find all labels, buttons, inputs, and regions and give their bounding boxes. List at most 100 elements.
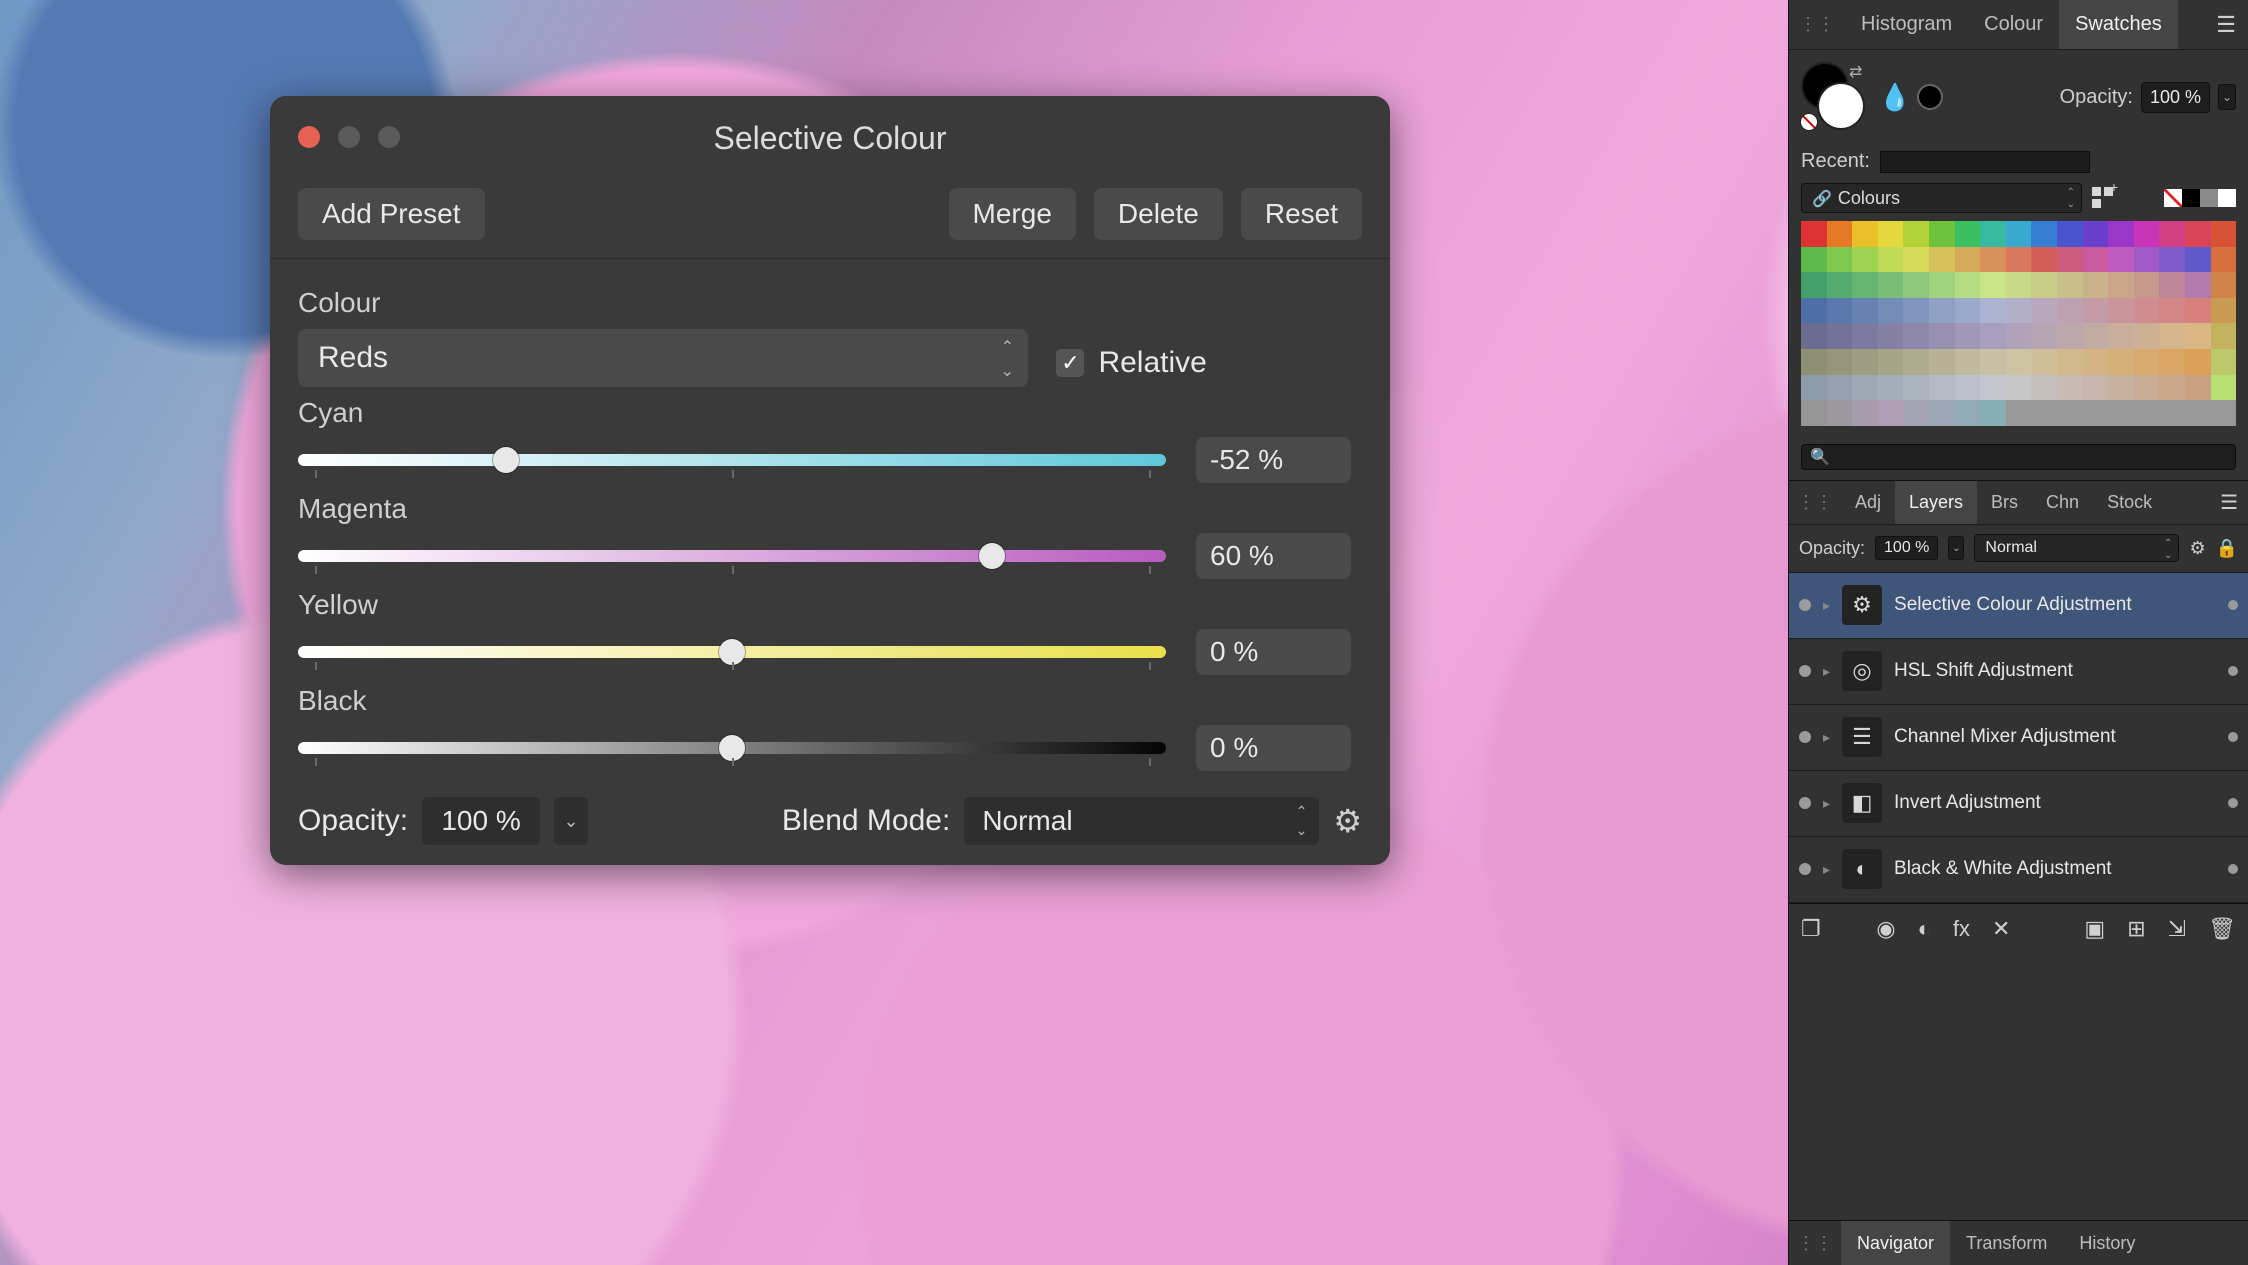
swatch-cell[interactable] [2108,272,2134,298]
swatch-cell[interactable] [2083,298,2109,324]
swatch-cell[interactable] [2108,375,2134,401]
swatch-cell[interactable] [1955,272,1981,298]
swatch-opacity-input[interactable]: 100 % [2141,82,2210,113]
swatch-cell[interactable] [2211,272,2237,298]
cyan-value[interactable]: -52 % [1196,437,1351,483]
swatch-cell[interactable] [2031,221,2057,247]
layer-blend-select[interactable]: Normal ⌃⌄ [1974,534,2179,562]
swatch-cell[interactable] [1878,375,1904,401]
swatch-cell[interactable] [1852,221,1878,247]
swatch-cell[interactable] [1929,323,1955,349]
layer-visibility-icon[interactable] [1799,665,1811,677]
swatch-cell[interactable] [2134,247,2160,273]
swatch-cell[interactable] [2006,272,2032,298]
swatch-cell[interactable] [1980,247,2006,273]
swatch-opacity-dropdown[interactable]: ⌄ [2218,84,2236,110]
swatch-cell[interactable] [2057,221,2083,247]
swatch-cell[interactable] [1903,375,1929,401]
swatch-cell[interactable] [2006,375,2032,401]
swatch-cell[interactable] [2057,298,2083,324]
tab-history[interactable]: History [2063,1221,2151,1265]
chevron-right-icon[interactable]: ▸ [1823,795,1830,812]
tab-transform[interactable]: Transform [1950,1221,2063,1265]
swap-colours-icon[interactable]: ⇄ [1849,62,1862,82]
swatch-cell[interactable] [1980,375,2006,401]
swatch-cell[interactable] [2057,323,2083,349]
swatch-cell[interactable] [2185,349,2211,375]
black-slider[interactable] [298,742,1166,754]
swatch-cell[interactable] [1827,400,1853,426]
tab-swatches[interactable]: Swatches [2059,0,2178,49]
swatch-cell[interactable] [1980,323,2006,349]
swatch-cell[interactable] [2185,221,2211,247]
swatch-cell[interactable] [1827,298,1853,324]
swatch-cell[interactable] [1827,272,1853,298]
layer-opacity-input[interactable]: 100 % [1875,536,1938,560]
lock-icon[interactable]: 🔒 [2216,538,2238,559]
swatch-cell[interactable] [1929,375,1955,401]
tab-histogram[interactable]: Histogram [1845,0,1968,49]
swatch-cell[interactable] [1903,349,1929,375]
minimize-icon[interactable] [338,126,360,148]
swatch-cell[interactable] [1929,400,1955,426]
swatch-cell[interactable] [1955,323,1981,349]
swatch-cell[interactable] [2185,298,2211,324]
swatch-cell[interactable] [1903,221,1929,247]
swatch-cell[interactable] [1827,247,1853,273]
swatch-cell[interactable] [1955,221,1981,247]
zoom-icon[interactable] [378,126,400,148]
fx-icon[interactable]: fx [1953,916,1970,942]
merge-button[interactable]: Merge [949,188,1076,240]
swatch-cell[interactable] [1955,349,1981,375]
tab-colour[interactable]: Colour [1968,0,2059,49]
swatch-cell[interactable] [2185,323,2211,349]
swatch-cell[interactable] [2211,375,2237,401]
swatch-cell[interactable] [1827,221,1853,247]
dialog-opacity-dropdown[interactable]: ⌄ [554,797,588,845]
swatch-cell[interactable] [1955,298,1981,324]
swatch-cell[interactable] [2108,247,2134,273]
swatch-cell[interactable] [2134,221,2160,247]
swatch-cell[interactable] [1929,247,1955,273]
swatch-cell[interactable] [2134,298,2160,324]
swatch-cell[interactable] [1929,272,1955,298]
swatch-cell[interactable] [1878,400,1904,426]
swatch-cell[interactable] [1801,349,1827,375]
add-swatch-icon[interactable] [2092,187,2114,209]
swatch-cell[interactable] [2006,221,2032,247]
panel-drag-icon[interactable]: ⋮⋮ [1789,1233,1841,1254]
swatch-cell[interactable] [1980,400,2006,426]
gear-icon[interactable]: ⚙ [2189,538,2205,559]
swatch-cell[interactable] [2057,247,2083,273]
layer-row[interactable]: ▸⚙Selective Colour Adjustment [1789,573,2248,639]
swatch-cell[interactable] [2134,375,2160,401]
default-palette-quick[interactable] [2164,189,2236,207]
swatch-cell[interactable] [2083,400,2109,426]
eyedropper-icon[interactable]: 💧 [1879,82,1911,113]
layer-visibility-icon[interactable] [1799,797,1811,809]
tab-layers[interactable]: Layers [1895,481,1977,524]
swatch-cell[interactable] [1878,221,1904,247]
yellow-slider[interactable] [298,646,1166,658]
cyan-slider[interactable] [298,454,1166,466]
foreground-background-swatch[interactable]: ⇄ [1801,62,1871,132]
swatch-palette-select[interactable]: Colours ⌃⌄ [1801,183,2082,213]
swatch-cell[interactable] [2159,247,2185,273]
magenta-slider[interactable] [298,550,1166,562]
swatch-cell[interactable] [1903,298,1929,324]
swatch-cell[interactable] [2211,298,2237,324]
magenta-value[interactable]: 60 % [1196,533,1351,579]
swatch-cell[interactable] [2031,272,2057,298]
layer-row[interactable]: ▸◐Black & White Adjustment [1789,837,2248,903]
layer-opacity-dropdown[interactable]: ⌄ [1948,536,1964,560]
swatch-cell[interactable] [2185,400,2211,426]
black-value[interactable]: 0 % [1196,725,1351,771]
chevron-right-icon[interactable]: ▸ [1823,729,1830,746]
chevron-right-icon[interactable]: ▸ [1823,663,1830,680]
panel-drag-icon[interactable]: ⋮⋮ [1789,492,1841,513]
layer-visibility-icon[interactable] [1799,731,1811,743]
swatch-cell[interactable] [1929,221,1955,247]
swatch-cell[interactable] [1903,272,1929,298]
swatch-cell[interactable] [1955,400,1981,426]
swatch-cell[interactable] [1801,247,1827,273]
